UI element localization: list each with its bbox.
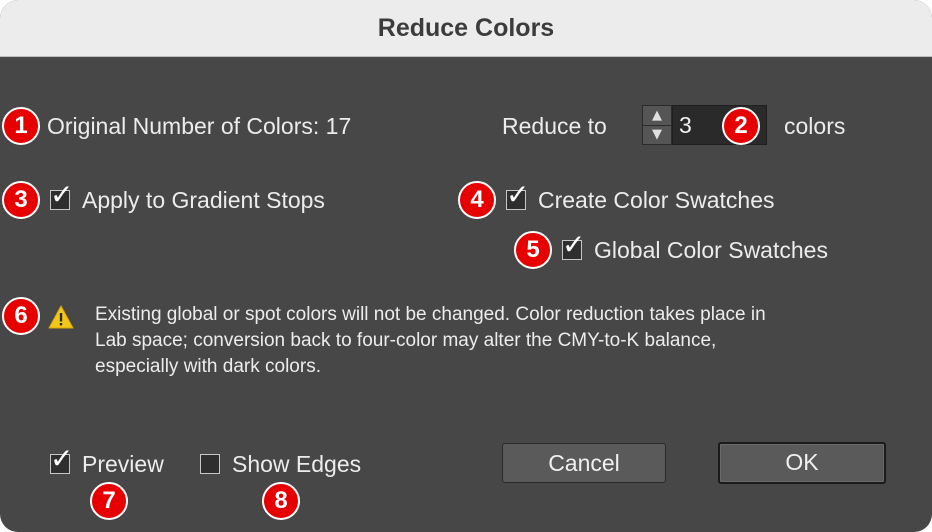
stepper-up-icon[interactable]: ▲ — [643, 106, 671, 126]
create-swatches-label[interactable]: Create Color Swatches — [538, 186, 775, 214]
cancel-button[interactable]: Cancel — [502, 443, 666, 483]
global-swatches-label[interactable]: Global Color Swatches — [594, 236, 828, 264]
warning-line-1: Existing global or spot colors will not … — [95, 304, 766, 325]
colors-unit-label: colors — [784, 113, 846, 139]
original-colors-label: Original Number of Colors: 17 — [47, 113, 352, 139]
checkmark-icon: ✓ — [562, 228, 586, 261]
warning-line-2: Lab space; conversion back to four-color… — [95, 330, 717, 351]
warning-icon — [48, 305, 74, 329]
reduce-stepper[interactable]: ▲ ▼ — [642, 105, 672, 145]
global-swatches-checkbox[interactable]: ✓ — [562, 231, 585, 260]
window-title: Reduce Colors — [377, 14, 555, 42]
checkmark-icon: ✓ — [50, 442, 74, 475]
checkmark-icon: ✓ — [506, 178, 530, 211]
preview-label[interactable]: Preview — [82, 450, 164, 478]
callout-badge-8: 8 — [262, 482, 300, 520]
callout-badge-3: 3 — [2, 181, 40, 219]
apply-gradient-checkbox[interactable]: ✓ — [50, 181, 73, 210]
warning-message: Existing global or spot colors will not … — [95, 302, 895, 380]
show-edges-checkbox[interactable] — [200, 454, 220, 474]
callout-badge-1: 1 — [2, 107, 40, 145]
callout-badge-7: 7 — [90, 482, 128, 520]
stepper-down-icon[interactable]: ▼ — [643, 125, 671, 144]
reduce-colors-dialog: Reduce Colors 1 Original Number of Color… — [0, 0, 932, 532]
warning-line-3: especially with dark colors. — [95, 356, 321, 377]
reduce-to-value: 3 — [679, 112, 692, 138]
preview-checkbox[interactable]: ✓ — [50, 445, 73, 474]
reduce-to-label: Reduce to — [502, 113, 607, 139]
callout-badge-6: 6 — [2, 297, 40, 335]
show-edges-label[interactable]: Show Edges — [232, 450, 361, 478]
ok-button[interactable]: OK — [718, 442, 886, 484]
callout-badge-5: 5 — [514, 231, 552, 269]
callout-badge-4: 4 — [458, 181, 496, 219]
callout-badge-2: 2 — [722, 107, 760, 145]
title-bar[interactable]: Reduce Colors — [0, 0, 932, 57]
checkmark-icon: ✓ — [50, 178, 74, 211]
apply-gradient-label[interactable]: Apply to Gradient Stops — [82, 186, 325, 214]
create-swatches-checkbox[interactable]: ✓ — [506, 181, 529, 210]
